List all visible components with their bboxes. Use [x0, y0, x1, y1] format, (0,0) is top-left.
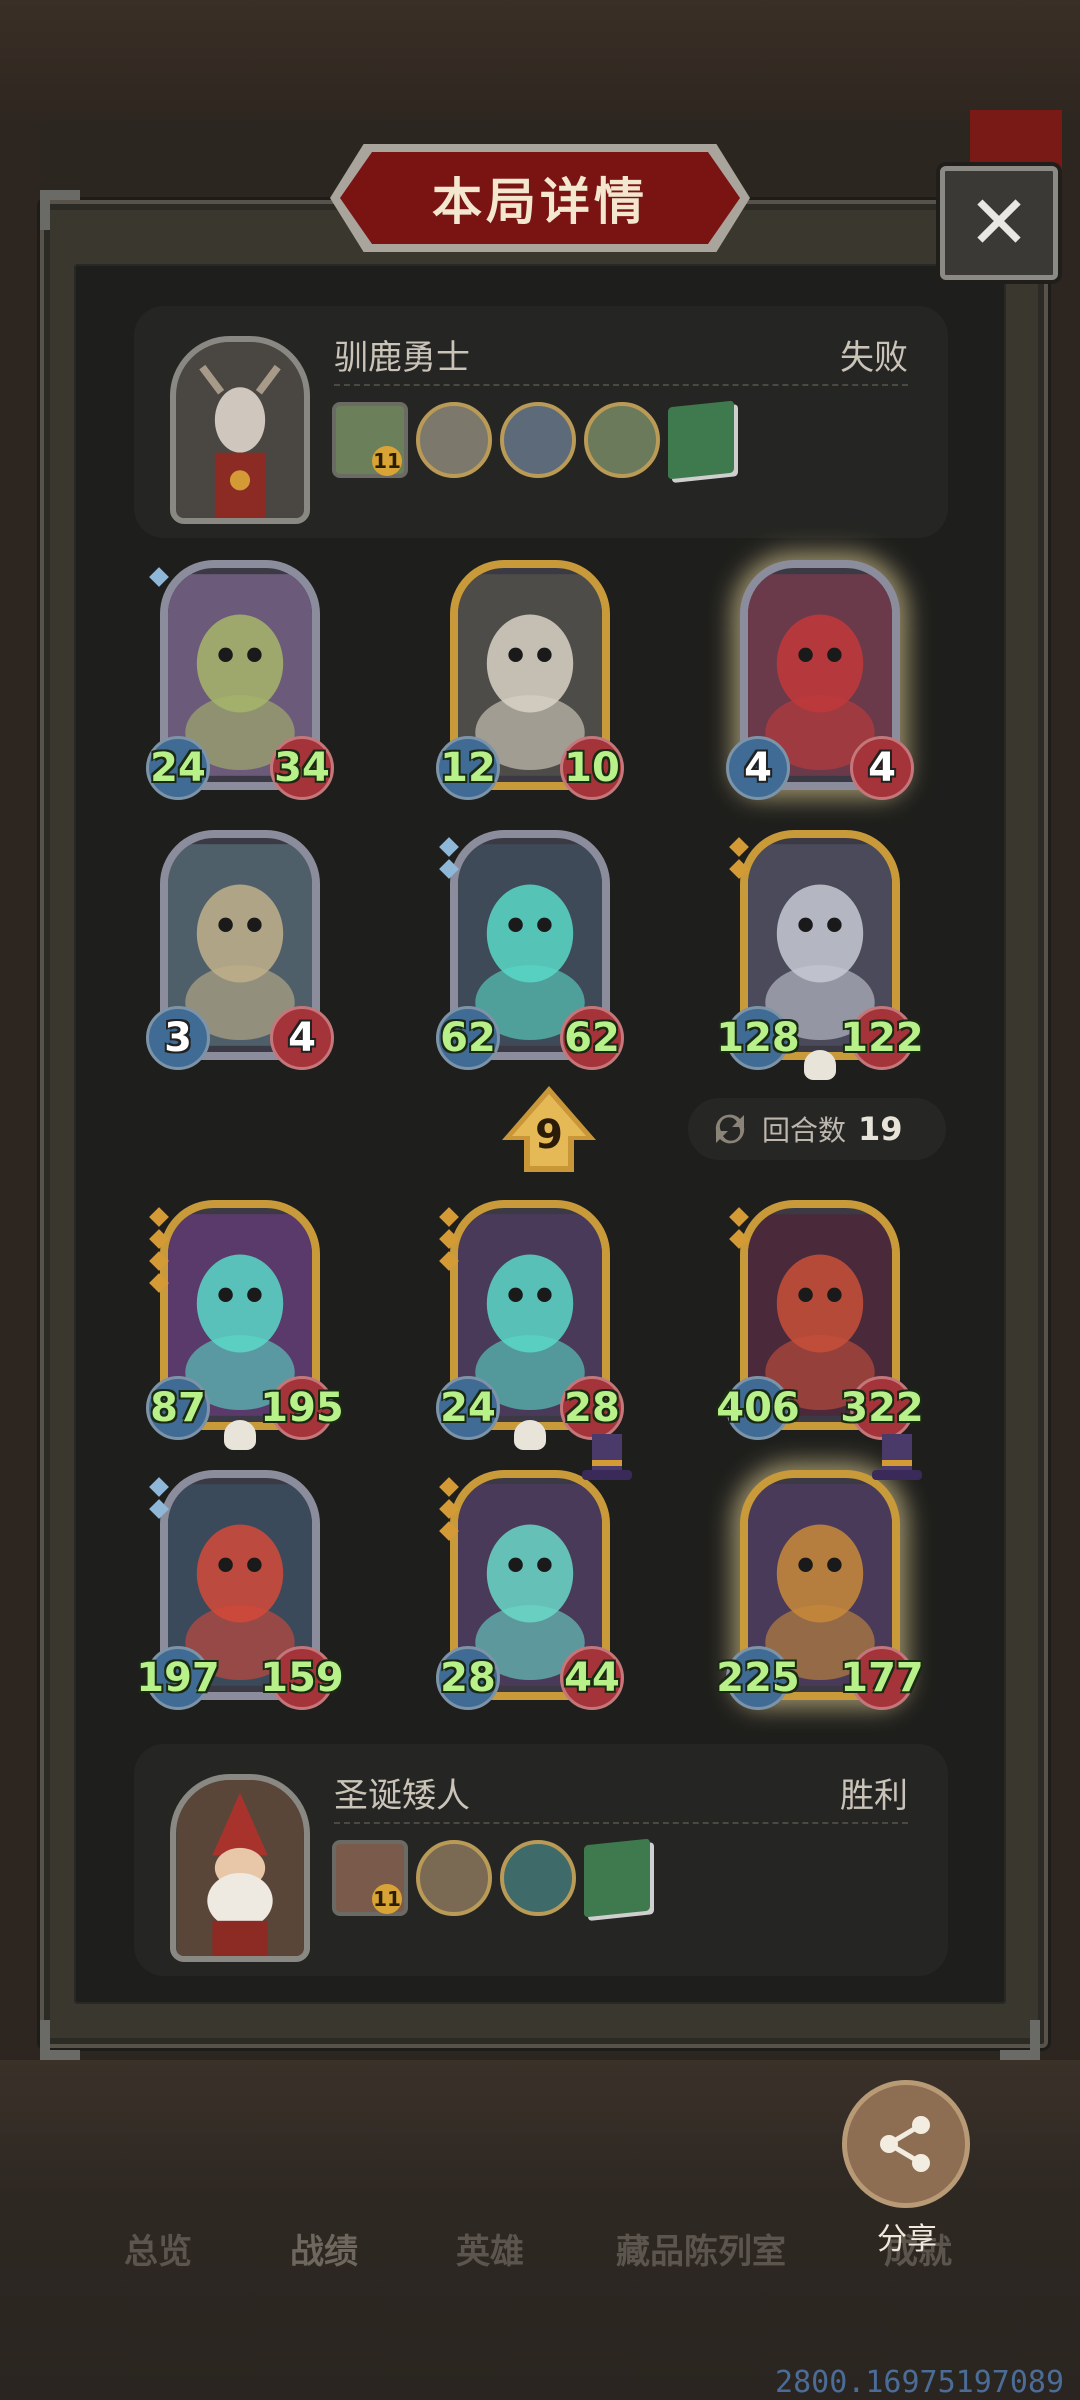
player-result: 胜利: [840, 1776, 908, 1816]
refresh-icon: [715, 1114, 745, 1144]
tier-gem: [729, 837, 749, 857]
coordinate-readout: 2800.16975197089: [775, 2365, 1064, 2400]
rounds-value: 19: [858, 1110, 903, 1148]
attack-stat: 12: [436, 736, 500, 800]
spell-book-icon[interactable]: [584, 1838, 650, 1918]
unit-card[interactable]: 12 10: [436, 560, 624, 820]
attack-stat: 62: [436, 1006, 500, 1070]
skull-icon: [224, 1420, 256, 1450]
attack-stat: 197: [136, 1646, 220, 1710]
health-stat: 195: [260, 1376, 344, 1440]
share-button[interactable]: [842, 2080, 970, 2208]
tier-gem: [439, 1207, 459, 1227]
christmas-dwarf-hero-icon: [177, 1780, 303, 1956]
attack-stat: 24: [436, 1376, 500, 1440]
unit-card[interactable]: 87 195: [146, 1200, 344, 1460]
clockwork-medallion-icon[interactable]: [416, 1840, 492, 1916]
share-label: 分享: [877, 2222, 937, 2257]
tab-record[interactable]: 战绩: [290, 2224, 358, 2273]
health-stat: 10: [560, 736, 624, 800]
unit-card[interactable]: 44: [726, 560, 914, 820]
opponent-portrait[interactable]: [170, 336, 310, 524]
health-stat: 122: [840, 1006, 924, 1070]
player-portrait[interactable]: [170, 1774, 310, 1962]
unit-card[interactable]: 24 34: [146, 560, 334, 820]
close-button[interactable]: ✕: [940, 166, 1058, 280]
attack-stat: 225: [716, 1646, 800, 1710]
skull-icon: [514, 1420, 546, 1450]
tier-gem: [149, 567, 169, 587]
skull-icon: [804, 1050, 836, 1080]
player-card: 圣诞矮人 胜利 11: [134, 1744, 948, 1976]
attack-stat: 3: [146, 1006, 210, 1070]
opponent-name: 驯鹿勇士: [334, 338, 470, 378]
divider: [334, 1822, 908, 1824]
health-stat: 44: [560, 1646, 624, 1710]
level-value: 9: [535, 1112, 563, 1158]
player-items: 11: [332, 1838, 650, 1918]
tab-gallery[interactable]: 藏品陈列室: [616, 2224, 786, 2273]
rounds-pill: 回合数 19: [688, 1098, 946, 1160]
tier-gem: [149, 1477, 169, 1497]
beast-medallion-icon[interactable]: [584, 402, 660, 478]
health-stat: 177: [840, 1646, 924, 1710]
tab-heroes[interactable]: 英雄: [456, 2224, 524, 2273]
spell-book-icon[interactable]: [668, 400, 734, 480]
unit-card[interactable]: 34: [146, 830, 334, 1090]
attack-stat: 87: [146, 1376, 210, 1440]
unit-card[interactable]: 62 62: [436, 830, 624, 1090]
unit-card[interactable]: 406 322: [716, 1200, 924, 1460]
unit-card[interactable]: 28 44: [436, 1434, 632, 1730]
page-title: 本局详情: [432, 173, 648, 231]
health-stat: 34: [270, 736, 334, 800]
divider: [334, 384, 908, 386]
top-backdrop: [0, 0, 1080, 120]
unit-card[interactable]: 225 177: [716, 1434, 924, 1730]
attack-stat: 24: [146, 736, 210, 800]
sword-medallion-icon[interactable]: [500, 402, 576, 478]
left-backdrop: [0, 120, 40, 2170]
hero-level-badge: 11: [372, 446, 402, 476]
hero-level-badge: 11: [372, 1884, 402, 1914]
tier-gem: [439, 1477, 459, 1497]
health-stat: 4: [850, 736, 914, 800]
unit-card[interactable]: 128 122: [716, 830, 924, 1090]
top-hat-icon: [870, 1430, 924, 1490]
attack-stat: 28: [436, 1646, 500, 1710]
pocket-watch-icon[interactable]: [416, 402, 492, 478]
player-name: 圣诞矮人: [334, 1776, 470, 1816]
opponent-card: 驯鹿勇士 失败 11: [134, 306, 948, 538]
share-icon: [880, 2116, 930, 2172]
unit-card[interactable]: 24 28: [436, 1200, 624, 1460]
title-banner: 本局详情: [340, 152, 740, 244]
unit-card[interactable]: 197 159: [136, 1470, 344, 1730]
health-stat: 62: [560, 1006, 624, 1070]
attack-stat: 406: [716, 1376, 800, 1440]
health-stat: 159: [260, 1646, 344, 1710]
tab-overview[interactable]: 总览: [124, 2224, 192, 2273]
top-hat-icon: [580, 1430, 634, 1490]
health-stat: 4: [270, 1006, 334, 1070]
opponent-items: 11: [332, 400, 734, 480]
tier-gem: [729, 1207, 749, 1227]
tier-gem: [439, 837, 459, 857]
rounds-label: 回合数: [762, 1114, 847, 1147]
tier-gem: [149, 1207, 169, 1227]
close-icon: ✕: [967, 180, 1030, 266]
reindeer-hero-icon: [177, 342, 303, 518]
attack-stat: 128: [716, 1006, 800, 1070]
crystal-medallion-icon[interactable]: [500, 1840, 576, 1916]
attack-stat: 4: [726, 736, 790, 800]
opponent-result: 失败: [840, 338, 908, 378]
